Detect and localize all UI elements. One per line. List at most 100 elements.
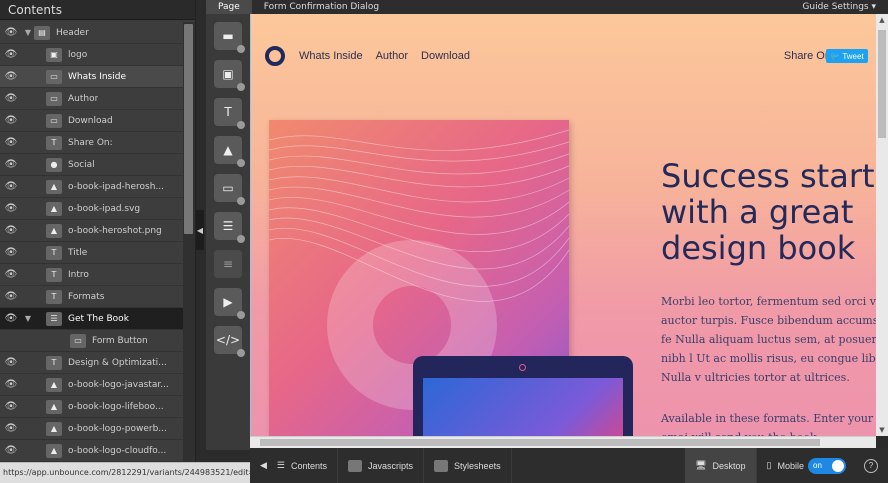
mobile-view-button[interactable]: ▯ Mobile on (757, 448, 864, 483)
eye-icon[interactable]: 👁 (0, 269, 22, 280)
text-tool-icon[interactable]: T (214, 98, 245, 129)
tree-row-form-button[interactable]: ▭ Form Button (0, 330, 183, 352)
nav-link-author[interactable]: Author (376, 50, 408, 62)
code-tool-icon[interactable]: </> (214, 326, 245, 357)
monitor-icon: 🖥 (695, 460, 707, 470)
eye-icon[interactable]: 👁 (0, 357, 22, 368)
scroll-up-icon[interactable]: ▲ (876, 14, 888, 26)
tree-row-ipad-heroshot[interactable]: 👁 ▲ o-book-ipad-herosh... (0, 176, 183, 198)
guide-settings-button[interactable]: Guide Settings ▾ (802, 0, 876, 14)
contents-scrollbar[interactable] (184, 24, 193, 234)
eye-icon[interactable]: 👁 (0, 379, 22, 390)
video-tool-icon[interactable]: ▶ (214, 288, 245, 319)
tree-row-download[interactable]: 👁 ▭ Download (0, 110, 183, 132)
tab-page[interactable]: Page (206, 0, 252, 14)
button-tool-icon[interactable]: ▭ (214, 174, 245, 205)
tree-label: o-book-logo-lifeboo... (68, 401, 164, 412)
tree-row-share-on[interactable]: 👁 T Share On: (0, 132, 183, 154)
stylesheets-button[interactable]: Stylesheets (424, 448, 512, 483)
tree-row-logo-lifeboo[interactable]: 👁 ▲ o-book-logo-lifeboo... (0, 396, 183, 418)
eye-icon[interactable]: 👁 (0, 203, 22, 214)
chevron-left-icon: ◀ (196, 225, 204, 235)
text-icon: T (46, 289, 62, 304)
tree-row-formats[interactable]: 👁 T Formats (0, 286, 183, 308)
image-tool-icon[interactable]: ▲ (214, 136, 245, 167)
tree-row-social[interactable]: 👁 ● Social (0, 154, 183, 176)
caret-down-icon[interactable]: ▼ (22, 314, 34, 323)
eye-icon[interactable]: 👁 (0, 225, 22, 236)
eye-icon[interactable]: 👁 (0, 49, 22, 60)
eye-icon[interactable]: 👁 (0, 401, 22, 412)
eye-icon[interactable]: 👁 (0, 423, 22, 434)
canvas-vertical-scrollbar[interactable]: ▲ ▼ (876, 14, 888, 436)
box-tool-icon[interactable]: ▣ (214, 60, 245, 91)
tree-row-whats-inside[interactable]: 👁 ▭ Whats Inside (0, 66, 183, 88)
contents-toggle-button[interactable]: ◀ ☰ Contents (250, 448, 339, 483)
lightbox-tool-icon[interactable]: ≡ (214, 250, 242, 278)
collapse-panel-handle[interactable]: ◀ (196, 210, 204, 250)
formats-text[interactable]: Available in these formats. Enter your e… (661, 409, 876, 436)
tree-row-logo-cloudfo[interactable]: 👁 ▲ o-book-logo-cloudfo... (0, 440, 183, 462)
eye-icon[interactable]: 👁 (0, 27, 22, 38)
form-tool-icon[interactable]: ☰ (214, 212, 245, 243)
tree-row-logo-javastar[interactable]: 👁 ▲ o-book-logo-javastar... (0, 374, 183, 396)
image-icon: ▲ (46, 421, 62, 436)
desktop-view-button[interactable]: 🖥 Desktop (685, 448, 757, 483)
eye-icon[interactable]: 👁 (0, 313, 22, 324)
tree-row-logo[interactable]: 👁 ▣ logo (0, 44, 183, 66)
help-icon[interactable]: ? (864, 458, 878, 473)
nav-link-whats-inside[interactable]: Whats Inside (299, 50, 363, 62)
tweet-button[interactable]: 🐦 Tweet (826, 49, 868, 63)
button-icon: ▭ (46, 69, 62, 84)
image-icon: ▲ (46, 201, 62, 216)
landing-nav: Whats Inside Author Download Share On: 🐦… (265, 44, 876, 68)
eye-icon[interactable]: 👁 (0, 291, 22, 302)
tree-label: Form Button (92, 335, 148, 346)
canvas-horizontal-scrollbar[interactable] (250, 436, 876, 448)
javascripts-button[interactable]: Javascripts (338, 448, 425, 483)
contents-panel: Contents 👁 ▼ ▤ Header 👁 ▣ logo 👁 ▭ Whats (0, 0, 196, 462)
eye-icon[interactable]: 👁 (0, 445, 22, 456)
tree-row-design-optimization[interactable]: 👁 T Design & Optimizati... (0, 352, 183, 374)
caret-down-icon[interactable]: ▼ (22, 28, 34, 37)
caret-left-icon: ◀ (260, 460, 267, 470)
eye-icon[interactable]: 👁 (0, 93, 22, 104)
tree-label: Share On: (68, 137, 113, 148)
button-icon: ▭ (70, 333, 86, 348)
tree-row-header[interactable]: 👁 ▼ ▤ Header (0, 22, 183, 44)
text-icon: T (46, 245, 62, 260)
laptop-image[interactable] (413, 356, 633, 436)
page-headline[interactable]: Success starts with a great design book (661, 158, 876, 266)
tab-form-confirmation[interactable]: Form Confirmation Dialog (252, 0, 391, 14)
section-icon: ▤ (34, 25, 50, 40)
top-tab-bar: Page Form Confirmation Dialog Guide Sett… (206, 0, 888, 14)
eye-icon[interactable]: 👁 (0, 247, 22, 258)
tree-label: Author (68, 93, 99, 104)
page-canvas[interactable]: Whats Inside Author Download Share On: 🐦… (250, 14, 876, 436)
eye-icon[interactable]: 👁 (0, 181, 22, 192)
tree-row-intro[interactable]: 👁 T Intro (0, 264, 183, 286)
eye-icon[interactable]: 👁 (0, 71, 22, 82)
tree-row-logo-powerb[interactable]: 👁 ▲ o-book-logo-powerb... (0, 418, 183, 440)
eye-icon[interactable]: 👁 (0, 137, 22, 148)
scroll-down-icon[interactable]: ▼ (876, 424, 888, 436)
button-icon: ▭ (46, 113, 62, 128)
intro-text[interactable]: Morbi leo tortor, fermentum sed orci vit… (661, 292, 876, 387)
tree-row-author[interactable]: 👁 ▭ Author (0, 88, 183, 110)
eye-icon[interactable]: 👁 (0, 115, 22, 126)
canvas-horizontal-thumb[interactable] (260, 439, 820, 446)
logo-circle-icon[interactable] (265, 46, 285, 66)
tree-row-title[interactable]: 👁 T Title (0, 242, 183, 264)
eye-icon[interactable]: 👁 (0, 159, 22, 170)
nav-link-download[interactable]: Download (421, 50, 470, 62)
tree-row-ipad-svg[interactable]: 👁 ▲ o-book-ipad.svg (0, 198, 183, 220)
canvas-vertical-thumb[interactable] (878, 30, 886, 138)
tree-row-get-the-book[interactable]: 👁 ▼ ☰ Get The Book (0, 308, 183, 330)
mobile-toggle[interactable]: on (808, 457, 846, 474)
mobile-label: Mobile (777, 460, 804, 471)
tree-label: o-book-logo-cloudfo... (68, 445, 167, 456)
tree-row-heroshot-png[interactable]: 👁 ▲ o-book-heroshot.png (0, 220, 183, 242)
section-tool-icon[interactable]: ▬ (214, 22, 245, 53)
image-icon: ▲ (46, 443, 62, 458)
unbounce-editor: Contents 👁 ▼ ▤ Header 👁 ▣ logo 👁 ▭ Whats (0, 0, 888, 483)
